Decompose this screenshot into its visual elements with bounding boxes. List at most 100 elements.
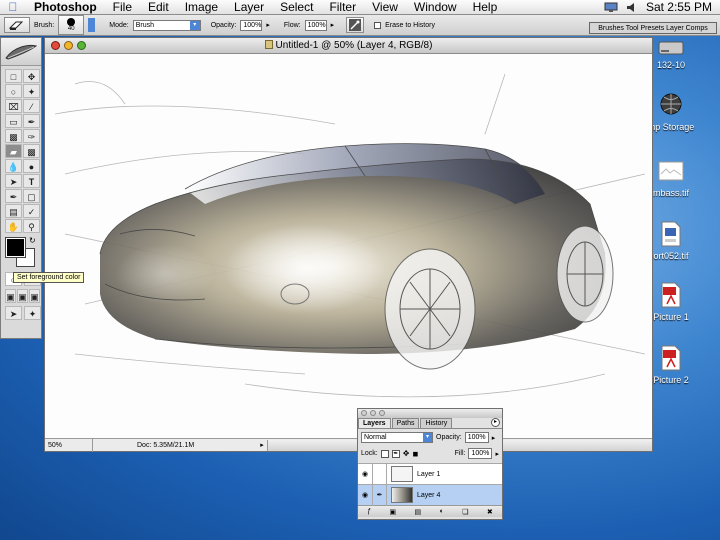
opacity-field[interactable]: 100% bbox=[240, 19, 263, 31]
layers-footer: ƒ ▣ ▤ ◐ ❏ ✖ bbox=[358, 505, 502, 517]
brush-tool-icon[interactable]: ✒ bbox=[23, 114, 40, 128]
menu-layer[interactable]: Layer bbox=[226, 0, 272, 15]
palette-well[interactable]: Brushes Tool Presets Layer Comps bbox=[589, 22, 717, 34]
canvas[interactable] bbox=[45, 54, 652, 438]
apple-menu-icon[interactable]:  bbox=[0, 0, 26, 14]
brush-picker[interactable]: 40 bbox=[58, 15, 85, 35]
tab-layers[interactable]: Layers bbox=[358, 418, 391, 428]
clone-stamp-tool-icon[interactable]: ▩ bbox=[5, 129, 22, 143]
move-tool-icon[interactable]: ✥ bbox=[23, 69, 40, 83]
blur-tool-icon[interactable]: 💧 bbox=[5, 159, 22, 173]
menu-edit[interactable]: Edit bbox=[140, 0, 177, 15]
eye-icon[interactable]: ◉ bbox=[358, 463, 373, 485]
eye-icon[interactable]: ◉ bbox=[358, 484, 373, 506]
color-swatches: ↻ bbox=[5, 236, 41, 270]
type-tool-icon[interactable]: T bbox=[23, 174, 40, 188]
trash-icon[interactable]: ✖ bbox=[487, 508, 493, 516]
tab-paths[interactable]: Paths bbox=[391, 418, 420, 428]
feather-small-icon[interactable]: ✦ bbox=[24, 306, 41, 320]
minimize-button-icon[interactable] bbox=[64, 41, 73, 50]
menu-bar:  Photoshop File Edit Image Layer Select… bbox=[0, 0, 720, 15]
eyedropper-tool-icon[interactable]: ✓ bbox=[23, 204, 40, 218]
menu-image[interactable]: Image bbox=[177, 0, 226, 15]
palette-minimize-icon[interactable] bbox=[370, 410, 376, 416]
menu-filter[interactable]: Filter bbox=[321, 0, 364, 15]
foreground-color-swatch[interactable] bbox=[5, 237, 26, 258]
blend-mode-select[interactable]: Normal ▾ bbox=[361, 432, 433, 443]
hand-tool-icon[interactable]: ✋ bbox=[5, 219, 22, 233]
menu-file[interactable]: File bbox=[105, 0, 140, 15]
layer-row[interactable]: ◉ Layer 1 bbox=[358, 463, 502, 485]
crop-tool-icon[interactable]: ⌧ bbox=[5, 99, 22, 113]
layer-opacity-arrow-icon[interactable]: ▸ bbox=[492, 434, 496, 442]
new-set-icon[interactable]: ▤ bbox=[415, 508, 422, 516]
full-screen-menu-mode-icon[interactable]: ▣ bbox=[17, 289, 28, 303]
document-title-bar[interactable]: Untitled-1 @ 50% (Layer 4, RGB/8) bbox=[45, 38, 652, 54]
gradient-tool-icon[interactable]: ▩ bbox=[23, 144, 40, 158]
menu-app-name[interactable]: Photoshop bbox=[26, 0, 105, 15]
swap-colors-icon[interactable]: ↻ bbox=[29, 236, 36, 245]
menu-window[interactable]: Window bbox=[406, 0, 465, 15]
erase-history-checkbox[interactable] bbox=[374, 21, 382, 29]
path-selection-tool-icon[interactable]: ➤ bbox=[5, 174, 22, 188]
layer-row[interactable]: ◉ ✒ Layer 4 bbox=[358, 484, 502, 506]
brush-icon[interactable]: ✒ bbox=[373, 484, 387, 506]
monitor-icon[interactable] bbox=[604, 2, 618, 13]
pen-tool-icon[interactable]: ✒ bbox=[5, 189, 22, 203]
layer-style-icon[interactable]: ƒ bbox=[367, 508, 371, 515]
mode-select[interactable]: Brush ▾ bbox=[132, 19, 201, 31]
zoom-button-icon[interactable] bbox=[77, 41, 86, 50]
marquee-tool-icon[interactable]: □ bbox=[5, 69, 22, 83]
lock-image-icon[interactable]: ✒ bbox=[391, 449, 400, 458]
new-layer-icon[interactable]: ❏ bbox=[462, 508, 468, 516]
lock-all-icon[interactable]: ◼ bbox=[412, 450, 418, 458]
zoom-tool-icon[interactable]: ⚲ bbox=[23, 219, 40, 233]
status-menu-arrow-icon[interactable]: ▸ bbox=[257, 441, 267, 449]
history-brush-tool-icon[interactable]: ✑ bbox=[23, 129, 40, 143]
volume-icon[interactable] bbox=[626, 2, 638, 13]
menu-help[interactable]: Help bbox=[465, 0, 506, 15]
close-button-icon[interactable] bbox=[51, 41, 60, 50]
slice-tool-icon[interactable]: ⁄ bbox=[23, 99, 40, 113]
layer-link-slot[interactable] bbox=[373, 463, 387, 485]
brush-picker-arrow-icon[interactable] bbox=[88, 18, 96, 32]
adjustment-layer-icon[interactable]: ◐ bbox=[440, 508, 444, 515]
palette-menu-icon[interactable]: ▸ bbox=[491, 418, 500, 427]
palette-zoom-icon[interactable] bbox=[379, 410, 385, 416]
tab-history[interactable]: History bbox=[420, 418, 453, 428]
eraser-tool-icon[interactable]: ▰ bbox=[5, 144, 22, 158]
tool-preset-picker[interactable] bbox=[4, 17, 30, 33]
shape-tool-icon[interactable]: ▢ bbox=[23, 189, 40, 203]
lock-transparency-icon[interactable] bbox=[380, 449, 389, 458]
feather-icon bbox=[5, 44, 38, 60]
doc-size: Doc: 5.35M/21.1M bbox=[137, 441, 195, 449]
layer-mask-icon[interactable]: ▣ bbox=[390, 508, 397, 516]
menu-select[interactable]: Select bbox=[272, 0, 321, 15]
standard-screen-mode-icon[interactable]: ▣ bbox=[5, 289, 16, 303]
tiff-file-icon bbox=[658, 161, 684, 181]
opacity-slider-arrow-icon[interactable]: ▸ bbox=[266, 21, 270, 29]
layer-opacity-field[interactable]: 100% bbox=[464, 432, 489, 443]
fill-arrow-icon[interactable]: ▸ bbox=[495, 450, 499, 458]
jump-to-imageready-icon[interactable]: ➤ bbox=[5, 306, 22, 320]
flow-slider-arrow-icon[interactable]: ▸ bbox=[331, 21, 335, 29]
menu-clock[interactable]: Sat 2:55 PM bbox=[646, 0, 712, 14]
palette-close-icon[interactable] bbox=[361, 410, 367, 416]
photoshop-feather-logo[interactable] bbox=[1, 38, 41, 66]
healing-brush-tool-icon[interactable]: ▭ bbox=[5, 114, 22, 128]
notes-tool-icon[interactable]: ▤ bbox=[5, 204, 22, 218]
lock-position-icon[interactable]: ✥ bbox=[403, 449, 410, 458]
network-globe-icon bbox=[660, 93, 682, 115]
brush-label: Brush: bbox=[34, 21, 55, 29]
flow-field[interactable]: 100% bbox=[304, 19, 327, 31]
menu-view[interactable]: View bbox=[364, 0, 406, 15]
full-screen-mode-icon[interactable]: ▣ bbox=[29, 289, 40, 303]
lasso-tool-icon[interactable]: ○ bbox=[5, 84, 22, 98]
fill-field[interactable]: 100% bbox=[468, 448, 493, 459]
pdf-file-icon bbox=[661, 282, 681, 308]
palette-title-bar[interactable] bbox=[358, 409, 502, 418]
zoom-level[interactable]: 50% bbox=[45, 438, 93, 452]
airbrush-button[interactable] bbox=[346, 17, 365, 33]
magic-wand-tool-icon[interactable]: ✦ bbox=[23, 84, 40, 98]
dodge-tool-icon[interactable]: ● bbox=[23, 159, 40, 173]
